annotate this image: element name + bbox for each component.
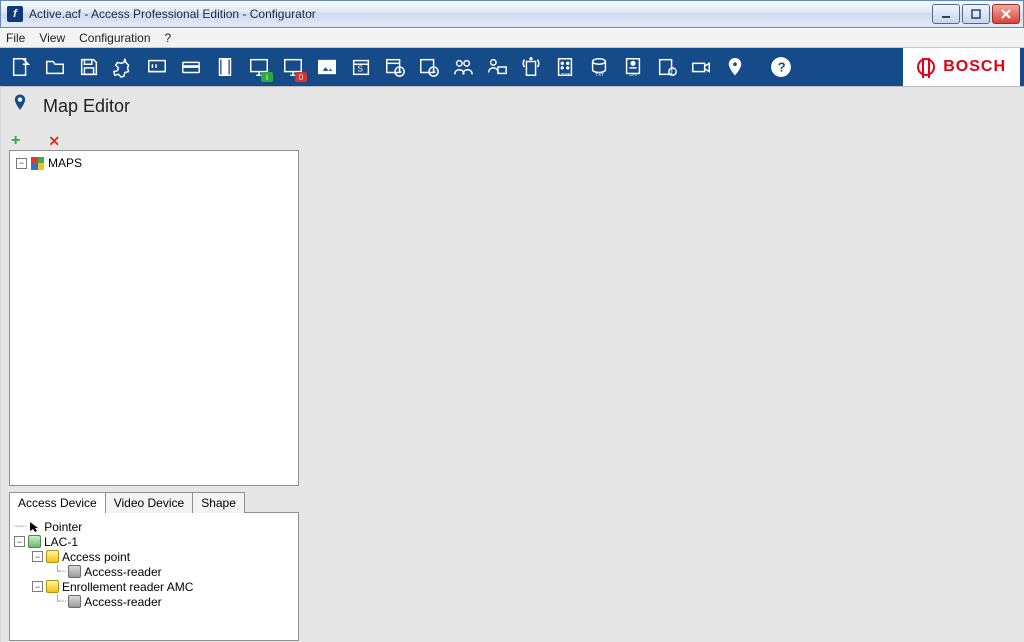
- maps-color-icon: [31, 157, 44, 170]
- menu-file[interactable]: File: [6, 31, 25, 45]
- window-title: Active.acf - Access Professional Edition…: [29, 7, 316, 21]
- save-icon[interactable]: [72, 50, 106, 84]
- window-buttons: [932, 4, 1020, 24]
- reader-small-icon: [68, 565, 81, 578]
- device-row-reader2[interactable]: └┈ Access-reader: [14, 594, 294, 609]
- brand-text: BOSCH: [943, 58, 1006, 76]
- schedule-icon[interactable]: S: [344, 50, 378, 84]
- person-card-icon[interactable]: [480, 50, 514, 84]
- tab-video-device[interactable]: Video Device: [105, 492, 194, 513]
- maximize-button[interactable]: [962, 4, 990, 24]
- monitor-info-icon[interactable]: i: [242, 50, 276, 84]
- lac-toggle-icon[interactable]: −: [14, 536, 25, 547]
- content-area: Map Editor + ✕ − MAPS Access Device Vide…: [1, 86, 1024, 642]
- device-row-lac[interactable]: − LAC-1: [14, 534, 294, 549]
- toolbar: i 0 S TXT TXT DAT W ? BOSCH: [0, 48, 1024, 86]
- section-header: Map Editor: [1, 87, 1024, 130]
- tree-toolbar: + ✕: [1, 130, 1024, 148]
- enroll-toggle-icon[interactable]: −: [32, 581, 43, 592]
- menu-help[interactable]: ?: [165, 31, 172, 45]
- device-row-enrollment[interactable]: − Enrollement reader AMC: [14, 579, 294, 594]
- calendar-clock2-icon[interactable]: [412, 50, 446, 84]
- titlebar: f Active.acf - Access Professional Editi…: [0, 0, 1024, 28]
- menubar: File View Configuration ?: [0, 28, 1024, 48]
- minimize-button[interactable]: [932, 4, 960, 24]
- new-icon[interactable]: [4, 50, 38, 84]
- svg-text:DAT: DAT: [629, 72, 638, 77]
- device-label-reader2: Access-reader: [84, 595, 161, 609]
- map-pin-icon[interactable]: [718, 50, 752, 84]
- image-icon[interactable]: [310, 50, 344, 84]
- app-icon: f: [7, 6, 23, 22]
- section-title: Map Editor: [43, 96, 130, 117]
- door-small-icon: [46, 550, 59, 563]
- delete-map-button[interactable]: ✕: [48, 134, 60, 148]
- tree-label-maps: MAPS: [48, 156, 82, 170]
- device-row-access-point[interactable]: − Access point: [14, 549, 294, 564]
- badge-info-icon: i: [261, 72, 273, 82]
- svg-text:TXT: TXT: [595, 72, 604, 77]
- camera-icon[interactable]: [684, 50, 718, 84]
- signal-icon[interactable]: [514, 50, 548, 84]
- svg-text:S: S: [357, 65, 363, 74]
- add-map-button[interactable]: +: [11, 134, 20, 148]
- reader-small2-icon: [68, 595, 81, 608]
- device-label-enrollment: Enrollement reader AMC: [62, 580, 193, 594]
- device-row-reader1[interactable]: └┈ Access-reader: [14, 564, 294, 579]
- controller-board-icon: [28, 535, 41, 548]
- calendar-clock-icon[interactable]: [378, 50, 412, 84]
- brand-logo: BOSCH: [903, 48, 1020, 86]
- persons-icon[interactable]: [446, 50, 480, 84]
- tab-access-device[interactable]: Access Device: [9, 492, 106, 513]
- device-label-pointer: Pointer: [44, 520, 82, 534]
- tree-row-maps[interactable]: − MAPS: [16, 155, 292, 171]
- svg-text:W: W: [671, 69, 677, 75]
- report-icon[interactable]: W: [650, 50, 684, 84]
- device-row-pointer[interactable]: ┈┈ Pointer: [14, 519, 294, 534]
- badge-zero-icon: 0: [295, 72, 307, 82]
- door-small2-icon: [46, 580, 59, 593]
- tab-shape[interactable]: Shape: [192, 492, 245, 513]
- bosch-ring-icon: [917, 58, 935, 76]
- svg-text:TXT: TXT: [561, 72, 570, 77]
- help-icon[interactable]: ?: [764, 50, 798, 84]
- device-label-reader1: Access-reader: [84, 565, 161, 579]
- close-button[interactable]: [992, 4, 1020, 24]
- menu-view[interactable]: View: [39, 31, 65, 45]
- badge-dat-icon[interactable]: DAT: [616, 50, 650, 84]
- tree-toggle-icon[interactable]: −: [16, 158, 27, 169]
- device-label-lac: LAC-1: [44, 535, 78, 549]
- maps-tree-panel[interactable]: − MAPS: [9, 150, 299, 486]
- pointer-icon: [28, 520, 41, 533]
- device-tree-panel[interactable]: ┈┈ Pointer − LAC-1 − Access point └┈ Acc…: [9, 513, 299, 641]
- menu-configuration[interactable]: Configuration: [79, 31, 150, 45]
- monitor-alert-icon[interactable]: 0: [276, 50, 310, 84]
- settings-icon[interactable]: [106, 50, 140, 84]
- ap-toggle-icon[interactable]: −: [32, 551, 43, 562]
- keypad-icon[interactable]: TXT: [548, 50, 582, 84]
- open-icon[interactable]: [38, 50, 72, 84]
- door-icon[interactable]: [208, 50, 242, 84]
- map-pin-section-icon: [11, 93, 29, 120]
- device-tabs: Access Device Video Device Shape: [9, 492, 299, 513]
- controller-icon[interactable]: [140, 50, 174, 84]
- card-icon[interactable]: [174, 50, 208, 84]
- device-label-access-point: Access point: [62, 550, 130, 564]
- database-txt-icon[interactable]: TXT: [582, 50, 616, 84]
- svg-text:?: ?: [778, 60, 786, 75]
